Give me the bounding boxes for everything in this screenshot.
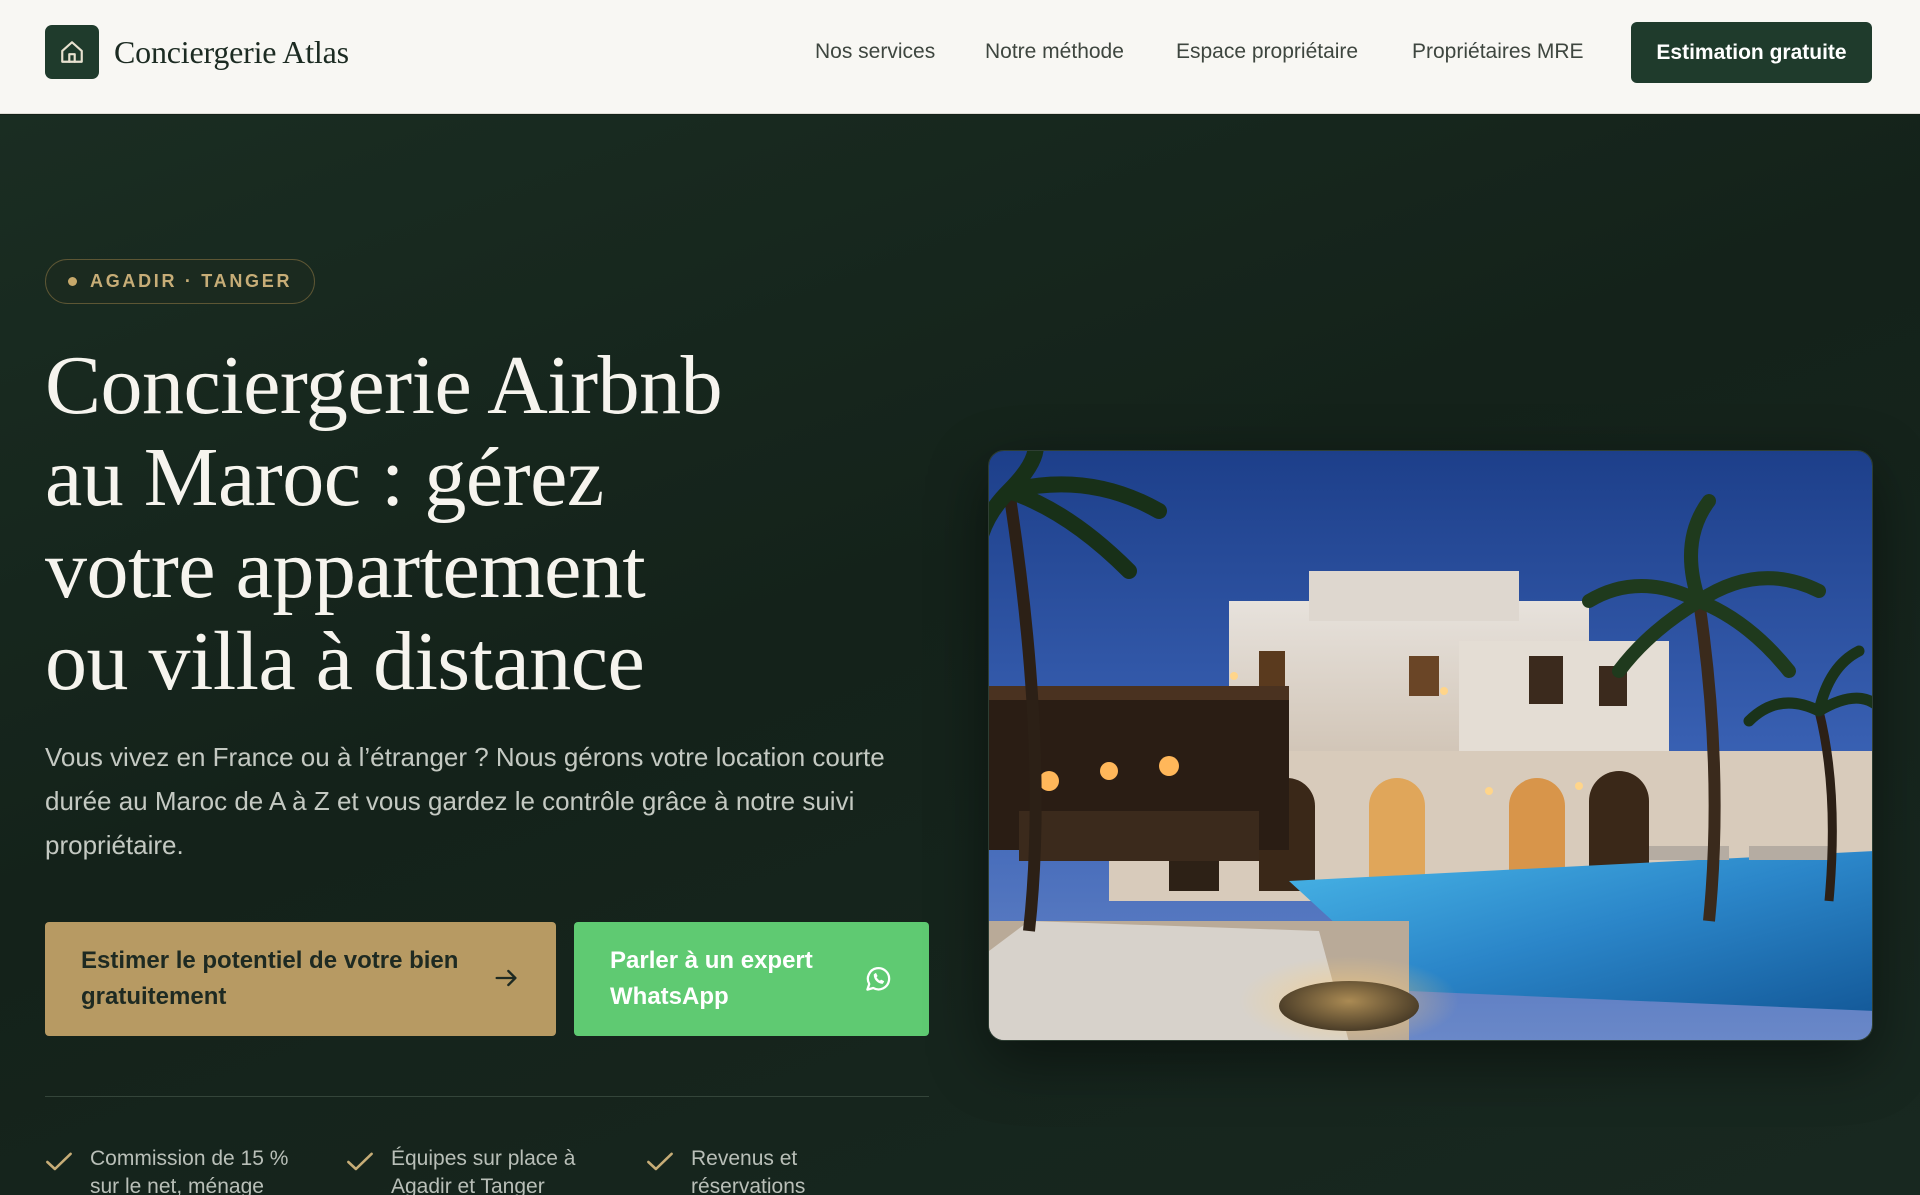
feature-item: Revenus et réservations consultables à t… <box>646 1145 906 1195</box>
check-icon <box>646 1151 676 1195</box>
nav-link-proprietaires-mre[interactable]: Propriétaires MRE <box>1412 40 1584 64</box>
nav-link-espace-proprietaire[interactable]: Espace propriétaire <box>1176 40 1358 64</box>
whatsapp-expert-label: Parler à un expert WhatsApp <box>610 947 813 1010</box>
feature-item: Équipes sur place à Agadir et Tanger <box>346 1145 606 1195</box>
whatsapp-icon <box>863 964 893 999</box>
check-icon <box>346 1151 376 1195</box>
badge-dot <box>68 277 77 286</box>
estimate-potential-label: Estimer le potentiel de votre bien gratu… <box>81 947 459 1010</box>
nav-link-services[interactable]: Nos services <box>815 40 935 64</box>
site-header: Conciergerie Atlas Nos services Notre mé… <box>0 0 1920 114</box>
house-icon <box>45 25 99 79</box>
villa-photo <box>988 450 1873 1041</box>
arrow-right-icon <box>492 964 520 997</box>
nav-link-methode[interactable]: Notre méthode <box>985 40 1124 64</box>
feature-item: Commission de 15 % sur le net, ménage <box>45 1145 305 1195</box>
hero-subtitle: Vous vivez en France ou à l’étranger ? N… <box>45 742 885 860</box>
hero-divider <box>45 1096 929 1097</box>
feature-text: Équipes sur place à Agadir et Tanger <box>391 1147 576 1195</box>
feature-text: Commission de 15 % sur le net, ménage <box>90 1147 289 1195</box>
page-title: Conciergerie Airbnb au Maroc : gérez vot… <box>45 340 925 708</box>
title-line: au Maroc : gérez <box>45 431 604 524</box>
free-estimate-button[interactable]: Estimation gratuite <box>1631 22 1872 83</box>
title-line: votre appartement <box>45 523 646 616</box>
feature-text: Revenus et réservations consultables à t… <box>691 1147 806 1195</box>
title-line: Conciergerie Airbnb <box>45 339 723 432</box>
hero-section: AGADIR · TANGER Conciergerie Airbnb au M… <box>0 115 1920 1195</box>
brand-name: Conciergerie Atlas <box>114 33 349 70</box>
check-icon <box>45 1151 75 1195</box>
brand-logo[interactable]: Conciergerie Atlas <box>45 25 349 79</box>
title-line: ou villa à distance <box>45 615 645 708</box>
estimate-potential-button[interactable]: Estimer le potentiel de votre bien gratu… <box>45 922 556 1036</box>
location-badge: AGADIR · TANGER <box>45 259 316 304</box>
badge-text: AGADIR · TANGER <box>90 271 293 291</box>
whatsapp-expert-button[interactable]: Parler à un expert WhatsApp <box>574 922 929 1036</box>
